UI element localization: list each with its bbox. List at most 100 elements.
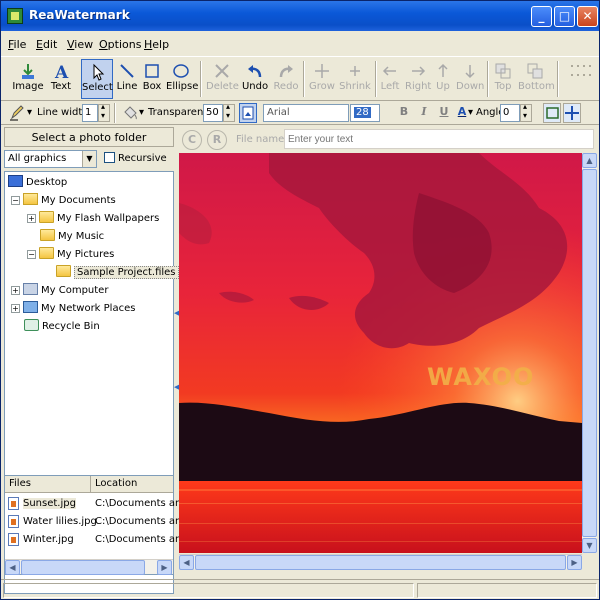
angle-stepper[interactable] <box>520 102 532 122</box>
angle-input[interactable]: 0 <box>500 104 520 122</box>
column-header-files[interactable]: Files <box>9 478 31 489</box>
status-bar <box>1 579 599 599</box>
ellipse-tool-button[interactable]: Ellipse <box>166 59 198 99</box>
line-width-stepper[interactable] <box>98 102 110 122</box>
shrink-button[interactable]: Shrink <box>339 59 371 99</box>
scroll-left-icon[interactable]: ◀ <box>179 555 194 570</box>
recursive-checkbox[interactable]: Recursive <box>104 152 167 164</box>
file-row[interactable]: Sunset.jpg C:\Documents and <box>5 495 188 513</box>
jpg-file-icon <box>8 533 19 546</box>
column-divider[interactable] <box>90 476 91 493</box>
line-width-input[interactable]: 1 <box>82 104 98 122</box>
watermark-text-input[interactable] <box>284 129 594 149</box>
tree-item-my-pictures[interactable]: − My Pictures <box>27 247 114 264</box>
transparency-stepper[interactable] <box>223 102 235 122</box>
scroll-down-icon[interactable]: ▼ <box>582 538 597 553</box>
fit-to-window-button[interactable] <box>543 103 561 123</box>
file-row[interactable]: Water lilies.jpg C:\Documents and <box>5 513 188 531</box>
scroll-up-icon[interactable]: ▲ <box>582 153 597 168</box>
tree-item-network-places[interactable]: + My Network Places <box>11 301 135 318</box>
line-tool-button[interactable]: Line <box>116 59 138 99</box>
menu-edit[interactable]: Edit <box>36 38 57 51</box>
column-header-location[interactable]: Location <box>95 478 137 489</box>
shrink-icon <box>346 62 364 80</box>
font-size-select[interactable]: 28 <box>350 104 380 122</box>
box-tool-button[interactable]: Box <box>141 59 163 99</box>
transparency-dropdown-icon[interactable]: ▾ <box>139 107 144 118</box>
close-button[interactable]: ✕ <box>577 6 598 27</box>
expand-icon[interactable]: + <box>11 286 20 295</box>
toolbar-separator <box>375 61 377 97</box>
tree-item-desktop[interactable]: Desktop <box>8 175 67 192</box>
undo-button[interactable]: Undo <box>240 59 270 99</box>
watermark-text[interactable]: WAXOO <box>427 363 534 391</box>
move-left-button[interactable]: Left <box>378 59 402 99</box>
scroll-left-icon[interactable]: ◀ <box>5 560 20 575</box>
tree-item-recycle-bin[interactable]: Recycle Bin <box>24 319 100 336</box>
tree-item-flash-wallpapers[interactable]: + My Flash Wallpapers <box>27 211 159 228</box>
checkbox-box[interactable] <box>104 152 115 163</box>
menu-help[interactable]: Help <box>144 38 169 51</box>
move-right-button[interactable]: Right <box>405 59 431 99</box>
line-width-dropdown-icon[interactable]: ▾ <box>27 107 32 118</box>
expand-icon[interactable]: + <box>11 304 20 313</box>
image-vertical-scrollbar[interactable]: ▲ ▼ <box>582 153 597 553</box>
expand-icon[interactable]: + <box>27 214 36 223</box>
scroll-right-icon[interactable]: ▶ <box>567 555 582 570</box>
select-folder-button[interactable]: Select a photo folder <box>4 127 174 147</box>
image-icon <box>19 62 37 80</box>
italic-button[interactable]: I <box>416 105 432 121</box>
arrow-up-icon <box>434 62 452 80</box>
image-mode-button[interactable] <box>239 103 257 123</box>
select-tool-button[interactable]: Select <box>81 59 113 99</box>
collapse-icon[interactable]: − <box>27 250 36 259</box>
delete-button[interactable]: Delete <box>206 59 239 99</box>
image-canvas[interactable]: WAXOO <box>179 153 582 553</box>
redo-button[interactable]: Redo <box>272 59 300 99</box>
underline-button[interactable]: U <box>436 105 452 121</box>
jpg-file-icon <box>8 515 19 528</box>
files-horizontal-scrollbar[interactable]: ◀ ▶ <box>5 559 173 575</box>
tree-item-sample-project[interactable]: Sample Project.files <box>56 265 179 282</box>
file-filter-select[interactable]: All graphics ▼ <box>4 150 97 168</box>
move-up-button[interactable]: Up <box>433 59 453 99</box>
image-horizontal-scrollbar[interactable]: ◀ ▶ <box>179 554 582 570</box>
transparency-input[interactable]: 50 <box>203 104 223 122</box>
files-header: Files Location <box>5 476 173 493</box>
scroll-thumb[interactable] <box>582 169 597 537</box>
color-dropdown-icon[interactable]: ▾ <box>468 107 473 118</box>
recycle-bin-icon <box>24 319 39 331</box>
scroll-right-icon[interactable]: ▶ <box>157 560 172 575</box>
collapse-icon[interactable]: − <box>11 196 20 205</box>
bold-button[interactable]: B <box>396 105 412 121</box>
svg-text:A: A <box>54 63 69 80</box>
app-window: ReaWatermark _ □ ✕ File Edit View Option… <box>0 0 600 600</box>
scroll-thumb[interactable] <box>21 560 145 575</box>
menu-options[interactable]: Options <box>99 38 141 51</box>
bring-to-top-button[interactable]: Top <box>491 59 515 99</box>
font-select[interactable]: Arial <box>263 104 349 122</box>
image-tool-button[interactable]: Image <box>11 59 45 99</box>
registered-symbol-button[interactable]: R <box>207 130 227 150</box>
tree-item-my-music[interactable]: My Music <box>40 229 104 246</box>
redo-icon <box>277 62 295 80</box>
tree-item-my-computer[interactable]: + My Computer <box>11 283 108 300</box>
title-bar[interactable]: ReaWatermark _ □ ✕ <box>1 1 599 31</box>
copyright-symbol-button[interactable]: C <box>182 130 202 150</box>
actual-size-button[interactable] <box>563 103 581 123</box>
chevron-down-icon[interactable]: ▼ <box>82 151 96 167</box>
menu-view[interactable]: View <box>67 38 93 51</box>
minimize-button[interactable]: _ <box>531 6 552 27</box>
tree-item-my-documents[interactable]: − My Documents <box>11 193 116 210</box>
send-to-bottom-button[interactable]: Bottom <box>518 59 555 99</box>
text-tool-button[interactable]: A Text <box>47 59 75 99</box>
maximize-button[interactable]: □ <box>554 6 575 27</box>
menu-file[interactable]: File <box>8 38 26 51</box>
file-row[interactable]: Winter.jpg C:\Documents and <box>5 531 188 549</box>
pen-icon <box>9 105 25 124</box>
grow-button[interactable]: Grow <box>308 59 336 99</box>
scroll-thumb[interactable] <box>195 555 566 570</box>
cursor-icon <box>88 63 106 81</box>
move-down-button[interactable]: Down <box>456 59 484 99</box>
files-list[interactable]: Files Location Sunset.jpg C:\Documents an… <box>4 475 188 575</box>
